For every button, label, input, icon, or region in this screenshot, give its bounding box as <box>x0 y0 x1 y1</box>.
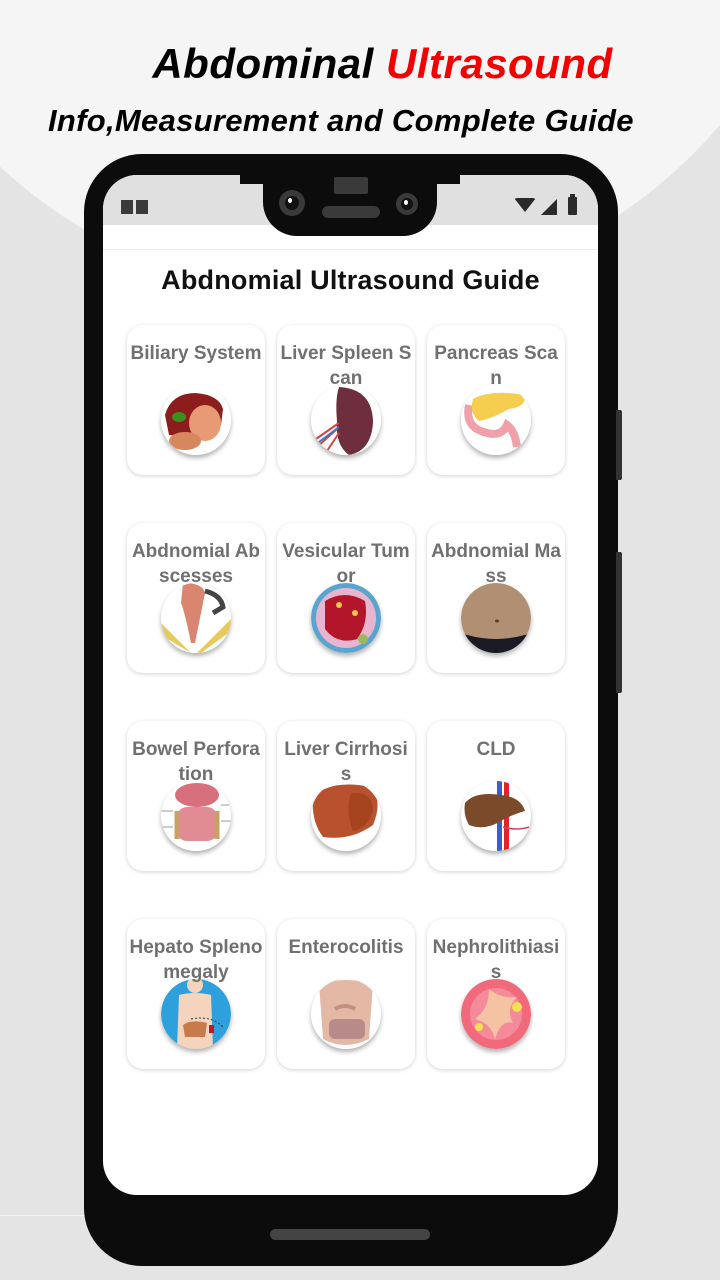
topic-card-label: Abdnomial Mass <box>431 541 561 587</box>
topic-card-label: CLD <box>476 739 516 760</box>
wifi-icon <box>514 198 536 212</box>
topic-card-label: Pancreas Scan <box>434 343 558 389</box>
biliary-system-icon <box>161 385 231 455</box>
intestines-icon <box>311 979 381 1049</box>
secondary-camera-icon <box>396 193 418 215</box>
topic-card-label: Bowel Perforation <box>132 739 260 785</box>
topic-card-vesicular-tumor[interactable]: Vesicular Tumor <box>277 523 415 673</box>
divider <box>103 249 598 250</box>
topic-card-label: Enterocolitis <box>288 937 404 958</box>
pancreas-icon <box>461 385 531 455</box>
topic-card-abdnomial-mass[interactable]: Abdnomial Mass <box>427 523 565 673</box>
phone-screen: Abdnomial Ultrasound Guide Biliary Syste… <box>103 175 598 1195</box>
battery-icon <box>568 194 577 215</box>
topic-card-label: Hepato Splenomegaly <box>129 937 263 983</box>
app-title: Abdnomial Ultrasound Guide <box>161 265 540 295</box>
kidney-stone-icon <box>461 979 531 1049</box>
background-line <box>0 1215 90 1216</box>
abdomen-photo-icon <box>461 583 531 653</box>
topic-card-enterocolitis[interactable]: Enterocolitis <box>277 919 415 1069</box>
topic-card-bowel-perforation[interactable]: Bowel Perforation <box>127 721 265 871</box>
topic-card-nephrolithiasis[interactable]: Nephrolithiasis <box>427 919 565 1069</box>
topic-card-label: Abdnomial Abscesses <box>131 541 261 587</box>
phone-volume-button <box>616 552 622 693</box>
home-indicator[interactable] <box>270 1229 430 1240</box>
topic-card-liver-spleen-scan[interactable]: Liver Spleen Scan <box>277 325 415 475</box>
topic-card-label: Liver Cirrhosis <box>284 739 408 785</box>
topic-card-biliary-system[interactable]: Biliary System <box>127 325 265 475</box>
promo-title-main: Abdominal <box>152 40 386 87</box>
promo-title-accent: Ultrasound <box>386 40 613 87</box>
topic-card-label: Vesicular Tumor <box>282 541 410 587</box>
topic-card-label: Biliary System <box>130 343 262 364</box>
topic-card-liver-cirrhosis[interactable]: Liver Cirrhosis <box>277 721 415 871</box>
topic-card-cld[interactable]: CLD <box>427 721 565 871</box>
liver-vessels-icon <box>461 781 531 851</box>
spleen-icon <box>311 385 381 455</box>
topic-card-pancreas-scan[interactable]: Pancreas Scan <box>427 325 565 475</box>
signal-icon <box>541 199 557 215</box>
cirrhotic-liver-icon <box>311 781 381 851</box>
body-silhouette-icon <box>161 979 231 1049</box>
notification-icon <box>121 200 149 214</box>
topic-card-label: Nephrolithiasis <box>432 937 560 983</box>
vesicular-tumor-icon <box>311 583 381 653</box>
phone-power-button <box>616 410 622 480</box>
front-camera-icon <box>279 190 305 216</box>
topic-card-hepato-splenomegaly[interactable]: Hepato Splenomegaly <box>127 919 265 1069</box>
sensor-icon <box>334 177 368 194</box>
promo-title: Abdominal Ultrasound <box>0 40 720 88</box>
bowel-icon <box>161 781 231 851</box>
speaker-icon <box>322 206 380 218</box>
abscess-drainage-icon <box>161 583 231 653</box>
topic-card-label: Liver Spleen Scan <box>280 343 412 389</box>
promo-subtitle: Info,Measurement and Complete Guide <box>48 103 634 138</box>
topic-card-abdnomial-abscesses[interactable]: Abdnomial Abscesses <box>127 523 265 673</box>
